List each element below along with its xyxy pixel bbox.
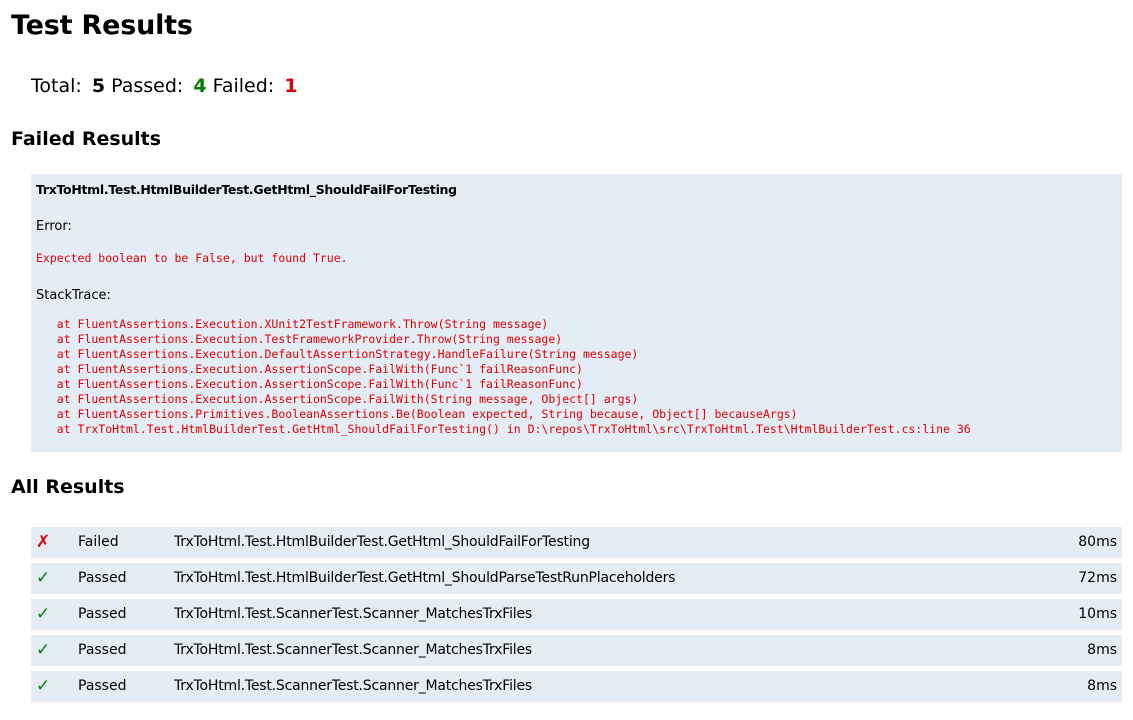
result-row: ✗ Failed TrxToHtml.Test.HtmlBuilderTest.Ge… [31, 527, 1122, 558]
stacktrace-line: at FluentAssertions.Primitives.BooleanAs… [36, 407, 798, 421]
failed-result-panel: TrxToHtml.Test.HtmlBuilderTest.GetHtml_S… [31, 174, 1122, 452]
total-count: 5 [91, 75, 106, 97]
result-test-name: TrxToHtml.Test.HtmlBuilderTest.GetHtml_S… [174, 534, 590, 550]
result-duration: 80ms [1078, 534, 1117, 550]
page-title: Test Results [11, 10, 193, 41]
result-row: ✓ Passed TrxToHtml.Test.ScannerTest.Scanne… [31, 671, 1122, 702]
stacktrace-line: at TrxToHtml.Test.HtmlBuilderTest.GetHtm… [36, 422, 971, 436]
result-test-name: TrxToHtml.Test.ScannerTest.Scanner_Match… [174, 642, 532, 658]
total-label: Total: [31, 75, 82, 97]
stacktrace-line: at FluentAssertions.Execution.AssertionS… [36, 377, 583, 391]
all-results-list: ✗ Failed TrxToHtml.Test.HtmlBuilderTest.Ge… [31, 527, 1122, 707]
stacktrace-line: at FluentAssertions.Execution.AssertionS… [36, 362, 583, 376]
result-duration: 72ms [1078, 570, 1117, 586]
result-row: ✓ Passed TrxToHtml.Test.ScannerTest.Scanne… [31, 599, 1122, 630]
passed-count: 4 [193, 75, 207, 97]
stacktrace-label: StackTrace: [36, 288, 111, 303]
result-duration: 8ms [1087, 678, 1117, 694]
result-duration: 8ms [1087, 642, 1117, 658]
failed-label: Failed: [212, 75, 275, 97]
failed-test-name: TrxToHtml.Test.HtmlBuilderTest.GetHtml_S… [36, 182, 457, 197]
result-outcome: Passed [78, 570, 127, 586]
stacktrace: at FluentAssertions.Execution.XUnit2Test… [36, 317, 1117, 437]
result-row: ✓ Passed TrxToHtml.Test.ScannerTest.Scanne… [31, 635, 1122, 666]
result-test-name: TrxToHtml.Test.ScannerTest.Scanner_Match… [174, 678, 532, 694]
stacktrace-line: at FluentAssertions.Execution.TestFramew… [36, 332, 563, 346]
stacktrace-line: at FluentAssertions.Execution.XUnit2Test… [36, 317, 549, 331]
error-message: Expected boolean to be False, but found … [36, 251, 348, 265]
error-label: Error: [36, 219, 72, 234]
stacktrace-line: at FluentAssertions.Execution.DefaultAss… [36, 347, 639, 361]
check-icon: ✓ [36, 568, 51, 588]
passed-label: Passed: [111, 75, 184, 97]
all-results-heading: All Results [11, 476, 125, 498]
result-test-name: TrxToHtml.Test.ScannerTest.Scanner_Match… [174, 606, 532, 622]
result-duration: 10ms [1078, 606, 1117, 622]
results-summary: Total: 5 Passed: 4 Failed: 1 [31, 75, 297, 97]
check-icon: ✓ [36, 604, 51, 624]
test-results-page: Test Results Total: 5 Passed: 4 Failed: … [0, 0, 1133, 720]
result-outcome: Passed [78, 606, 127, 622]
check-icon: ✓ [36, 640, 51, 660]
check-icon: ✓ [36, 676, 51, 696]
failed-count: 1 [284, 75, 298, 97]
cross-icon: ✗ [36, 532, 51, 552]
failed-results-heading: Failed Results [11, 128, 162, 150]
result-outcome: Failed [78, 534, 119, 550]
result-outcome: Passed [78, 678, 127, 694]
stacktrace-line: at FluentAssertions.Execution.AssertionS… [36, 392, 639, 406]
result-test-name: TrxToHtml.Test.HtmlBuilderTest.GetHtml_S… [174, 570, 676, 586]
result-outcome: Passed [78, 642, 127, 658]
result-row: ✓ Passed TrxToHtml.Test.HtmlBuilderTest.Ge… [31, 563, 1122, 594]
